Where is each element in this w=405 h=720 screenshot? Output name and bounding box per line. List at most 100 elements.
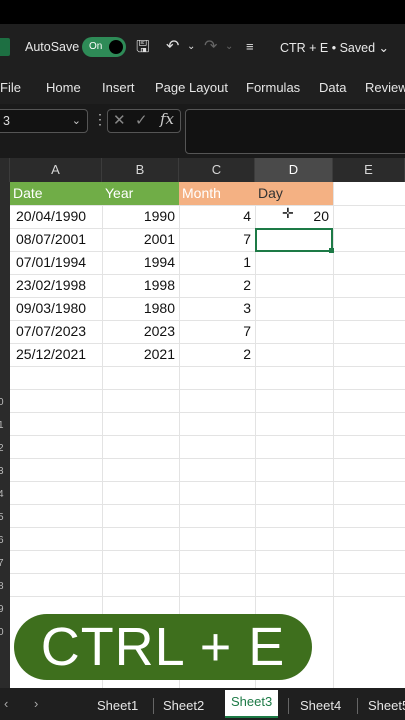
name-box-value: 3: [3, 114, 10, 128]
cell-month[interactable]: 1: [179, 251, 255, 274]
cell-month[interactable]: 2: [179, 274, 255, 297]
cell-day[interactable]: [255, 320, 333, 343]
grid-line: [10, 389, 405, 390]
cell-year[interactable]: 2023: [102, 320, 179, 343]
cell-date[interactable]: 23/02/1998: [16, 274, 102, 297]
select-all-corner[interactable]: [0, 158, 10, 182]
tab-formulas[interactable]: Formulas: [246, 80, 300, 95]
grid-line: [10, 550, 405, 551]
cell-day[interactable]: [255, 274, 333, 297]
cell-date[interactable]: 08/07/2001: [16, 228, 102, 251]
sheet-tab-2[interactable]: Sheet2: [163, 698, 204, 713]
sheet-separator: [153, 698, 154, 714]
chevron-down-icon[interactable]: ⌄: [72, 110, 81, 132]
grid-line: [10, 596, 405, 597]
grid-line: [10, 458, 405, 459]
header-cell-day[interactable]: Day: [255, 182, 333, 205]
sheet-tab-5[interactable]: Sheet5: [368, 698, 405, 713]
row-number[interactable]: 5: [0, 512, 4, 523]
cell-day[interactable]: [255, 297, 333, 320]
row-number[interactable]: 6: [0, 535, 4, 546]
insert-function-icon[interactable]: fx: [160, 110, 174, 128]
row-number[interactable]: 8: [0, 581, 4, 592]
cell-date[interactable]: 09/03/1980: [16, 297, 102, 320]
row-number[interactable]: 3: [0, 466, 4, 477]
move-cursor-icon: ✛: [282, 205, 294, 221]
cell-month[interactable]: 7: [179, 228, 255, 251]
header-cell-date[interactable]: Date: [10, 182, 102, 205]
cell-day[interactable]: [255, 251, 333, 274]
formula-input[interactable]: [185, 109, 405, 154]
tab-review[interactable]: Review: [365, 80, 405, 95]
cell-month[interactable]: 7: [179, 320, 255, 343]
sheet-prev-icon[interactable]: ‹: [4, 696, 8, 711]
header-cell-year[interactable]: Year: [102, 182, 179, 205]
cell-day[interactable]: 20: [255, 205, 333, 228]
grid-line: [10, 527, 405, 528]
autosave-label: AutoSave: [25, 40, 80, 54]
redo-dropdown-icon[interactable]: ⌄: [225, 41, 233, 52]
autosave-state: On: [89, 41, 103, 52]
autosave-toggle[interactable]: On: [82, 37, 126, 57]
cell-date[interactable]: 20/04/1990: [16, 205, 102, 228]
header-cell-month[interactable]: Month: [179, 182, 255, 205]
column-header-c[interactable]: C: [179, 158, 255, 182]
cell-year[interactable]: 1980: [102, 297, 179, 320]
sheet-next-icon[interactable]: ›: [34, 696, 38, 711]
sheet-separator: [357, 698, 358, 714]
customize-toolbar-icon[interactable]: ≡: [246, 39, 254, 54]
undo-icon[interactable]: ↶: [166, 36, 179, 56]
more-options-icon[interactable]: ⋮: [93, 111, 107, 128]
fill-handle[interactable]: [329, 248, 334, 253]
column-header-d[interactable]: D: [255, 158, 333, 182]
cell-day[interactable]: [255, 343, 333, 366]
sheet-tab-3-active[interactable]: Sheet3: [225, 690, 279, 718]
undo-dropdown-icon[interactable]: ⌄: [187, 41, 195, 52]
grid-line: [10, 481, 405, 482]
cell-year[interactable]: 1998: [102, 274, 179, 297]
cell-date[interactable]: 07/01/1994: [16, 251, 102, 274]
cell-year[interactable]: 2021: [102, 343, 179, 366]
document-title[interactable]: CTR + E • Saved ⌄: [280, 40, 389, 55]
cell-month[interactable]: 4: [179, 205, 255, 228]
row-number[interactable]: 0: [0, 627, 4, 638]
cell-year[interactable]: 1994: [102, 251, 179, 274]
column-header-b[interactable]: B: [102, 158, 179, 182]
tab-home[interactable]: Home: [46, 80, 81, 95]
sheet-tab-4[interactable]: Sheet4: [300, 698, 341, 713]
row-number[interactable]: 4: [0, 489, 4, 500]
sheet-tab-1[interactable]: Sheet1: [97, 698, 138, 713]
cell-date[interactable]: 07/07/2023: [16, 320, 102, 343]
grid-line: [10, 504, 405, 505]
cell-month[interactable]: 2: [179, 343, 255, 366]
cell-year[interactable]: 2001: [102, 228, 179, 251]
active-cell-highlight[interactable]: [255, 228, 333, 252]
top-band: [0, 0, 405, 24]
grid-line: [10, 412, 405, 413]
row-number[interactable]: 7: [0, 558, 4, 569]
row-number[interactable]: 9: [0, 604, 4, 615]
tab-file[interactable]: File: [0, 80, 21, 95]
column-header-e[interactable]: E: [333, 158, 405, 182]
grid-line: [10, 573, 405, 574]
name-box[interactable]: 3 ⌄: [0, 109, 88, 133]
enter-check-icon[interactable]: ✓: [135, 111, 148, 129]
shortcut-banner: CTRL + E: [14, 614, 312, 680]
save-icon[interactable]: 🖫: [136, 36, 150, 63]
row-number[interactable]: 2: [0, 443, 4, 454]
sheet-separator: [288, 698, 289, 714]
cell-date[interactable]: 25/12/2021: [16, 343, 102, 366]
tab-page-layout[interactable]: Page Layout: [155, 80, 228, 95]
row-number[interactable]: 0: [0, 397, 4, 408]
cancel-icon[interactable]: ✕: [113, 111, 126, 129]
grid-line: [10, 366, 405, 367]
cell-month[interactable]: 3: [179, 297, 255, 320]
cell-year[interactable]: 1990: [102, 205, 179, 228]
column-header-a[interactable]: A: [10, 158, 102, 182]
row-number[interactable]: 1: [0, 420, 4, 431]
tab-data[interactable]: Data: [319, 80, 346, 95]
toggle-knob: [109, 40, 123, 54]
redo-icon[interactable]: ↷: [204, 36, 217, 56]
grid-line: [10, 435, 405, 436]
tab-insert[interactable]: Insert: [102, 80, 135, 95]
